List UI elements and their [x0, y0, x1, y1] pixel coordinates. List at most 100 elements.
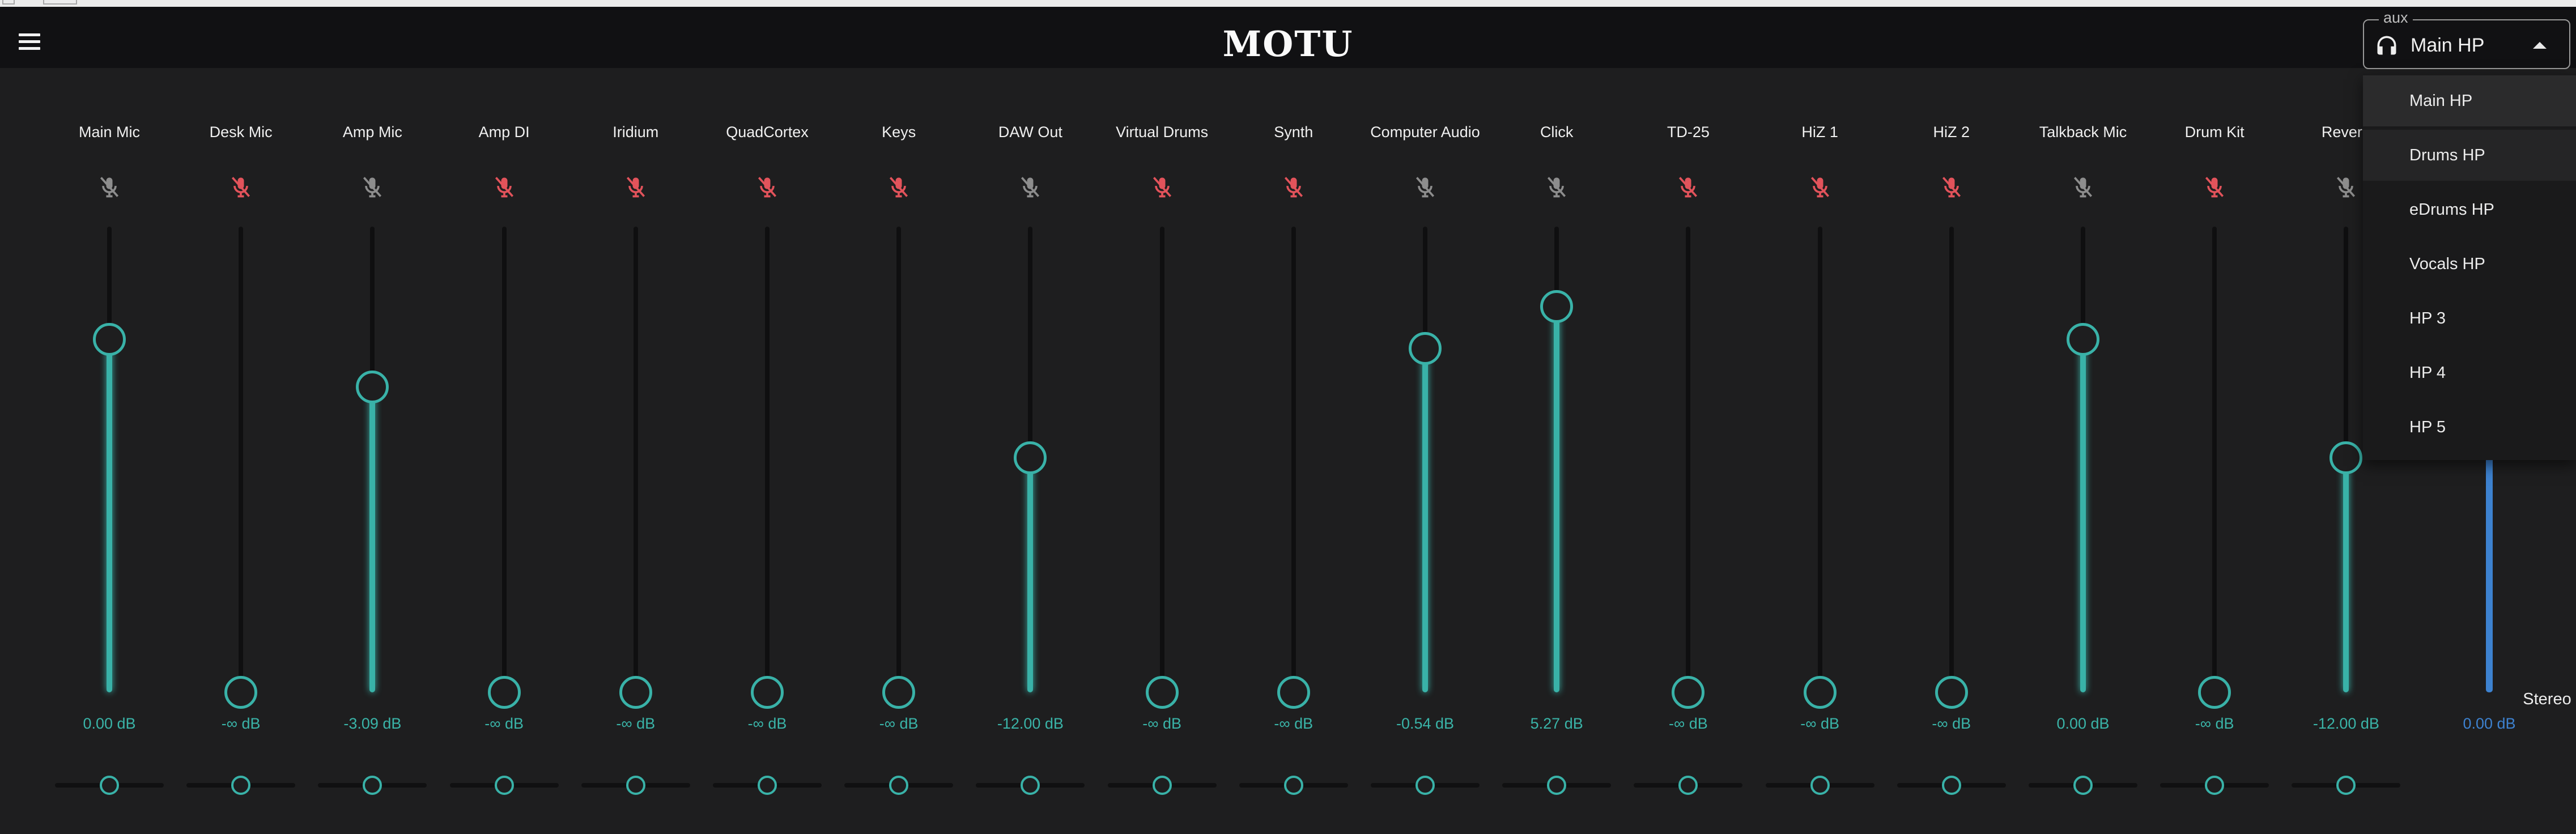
channel-db-readout: 0.00 dB	[2056, 715, 2110, 732]
mute-button[interactable]	[623, 175, 648, 199]
pan-knob[interactable]	[758, 776, 777, 795]
mute-button[interactable]	[2071, 175, 2095, 199]
channel-strip: HiZ 1 -∞ dB	[1754, 68, 1886, 834]
fader-track	[633, 227, 638, 692]
pan-knob[interactable]	[100, 776, 119, 795]
pan-knob[interactable]	[1152, 776, 1172, 795]
mic-off-icon	[890, 177, 908, 198]
fader-knob[interactable]	[224, 676, 258, 709]
channel-db-readout: -∞ dB	[1800, 715, 1839, 732]
mute-button[interactable]	[1018, 175, 1043, 199]
fader-knob[interactable]	[1935, 676, 1968, 709]
mic-off-icon	[2205, 177, 2224, 198]
pan-knob[interactable]	[2205, 776, 2225, 795]
fader-track	[239, 227, 244, 692]
pan-knob[interactable]	[1941, 776, 1961, 795]
fader-knob[interactable]	[1409, 331, 1442, 365]
fader-level-fill	[369, 386, 376, 692]
channel-strip: Desk Mic -∞ dB	[175, 68, 307, 834]
mute-button[interactable]	[1808, 175, 1833, 199]
mute-button[interactable]	[1413, 175, 1438, 199]
mute-button[interactable]	[1676, 175, 1701, 199]
fader-knob[interactable]	[1540, 290, 1574, 324]
mic-off-icon	[758, 177, 777, 198]
pan-knob[interactable]	[1678, 776, 1698, 795]
pan-knob[interactable]	[1021, 776, 1040, 795]
mic-off-icon	[1810, 177, 1829, 198]
mic-off-icon	[1679, 177, 1698, 198]
channel-db-readout: -∞ dB	[221, 715, 261, 732]
channel-db-readout: -∞ dB	[484, 715, 524, 732]
fader-level-fill	[1027, 457, 1034, 692]
fader-knob[interactable]	[882, 676, 916, 709]
pan-knob[interactable]	[2336, 776, 2356, 795]
channel-db-readout: -12.00 dB	[997, 715, 1064, 732]
browser-tab[interactable]	[43, 0, 77, 5]
mute-button[interactable]	[228, 175, 253, 199]
aux-dropdown-menu: Main HP Drums HP eDrums HP Vocals HP HP 3 HP …	[2363, 74, 2576, 460]
pan-knob[interactable]	[2073, 776, 2093, 795]
mute-button[interactable]	[886, 175, 911, 199]
fader-knob[interactable]	[1803, 676, 1837, 709]
aux-option[interactable]: Drums HP	[2363, 130, 2576, 181]
channel-db-readout: 5.27 dB	[1530, 715, 1583, 732]
fader-knob[interactable]	[751, 676, 784, 709]
channel-name: DAW Out	[998, 124, 1062, 141]
channel-name: Virtual Drums	[1116, 124, 1209, 141]
aux-select[interactable]: aux Main HP	[2363, 9, 2570, 69]
pan-knob[interactable]	[363, 776, 382, 795]
channel-strip: TD-25 -∞ dB	[1622, 68, 1754, 834]
fader-knob[interactable]	[93, 322, 126, 356]
mic-off-icon	[1415, 177, 1435, 198]
fader-knob[interactable]	[356, 370, 389, 403]
fader-knob[interactable]	[2067, 322, 2099, 356]
mute-button[interactable]	[1150, 175, 1175, 199]
mute-button[interactable]	[755, 175, 780, 199]
mute-button[interactable]	[1281, 175, 1306, 199]
aux-option[interactable]: Vocals HP	[2363, 239, 2576, 290]
pan-knob[interactable]	[626, 776, 645, 795]
channel-db-readout: -∞ dB	[1142, 715, 1181, 732]
mute-button[interactable]	[492, 175, 517, 199]
fader-knob[interactable]	[2198, 676, 2231, 709]
fader-knob[interactable]	[1014, 441, 1047, 474]
fader-knob[interactable]	[619, 676, 652, 709]
channel-strip: Talkback Mic 0.00 dB	[2017, 68, 2149, 834]
mute-button[interactable]	[97, 175, 122, 199]
channel-db-readout: 0.00 dB	[83, 715, 136, 732]
aux-option[interactable]: HP 4	[2363, 347, 2576, 398]
mic-off-icon	[1021, 177, 1040, 198]
aux-option[interactable]: HP 3	[2363, 293, 2576, 344]
browser-tab[interactable]	[2, 0, 15, 5]
aux-option[interactable]: Main HP	[2363, 75, 2576, 126]
mute-button[interactable]	[1939, 175, 1964, 199]
pan-knob[interactable]	[889, 776, 909, 795]
fader-knob[interactable]	[1277, 676, 1310, 709]
pan-knob[interactable]	[494, 776, 514, 795]
channel-db-readout: -3.09 dB	[343, 715, 402, 732]
fader-knob[interactable]	[2330, 441, 2363, 474]
channel-db-readout: -∞ dB	[616, 715, 656, 732]
pan-knob[interactable]	[1415, 776, 1435, 795]
mute-button[interactable]	[2333, 175, 2358, 199]
fader-level-fill	[1554, 307, 1560, 692]
fader-track	[1159, 227, 1164, 692]
channel-db-readout: -∞ dB	[1932, 715, 1971, 732]
aux-option[interactable]: eDrums HP	[2363, 184, 2576, 235]
pan-knob[interactable]	[231, 776, 251, 795]
aux-option[interactable]: HP 5	[2363, 402, 2576, 453]
fader-knob[interactable]	[487, 676, 521, 709]
pan-knob[interactable]	[1547, 776, 1567, 795]
channel-name: Amp DI	[478, 124, 530, 141]
pan-knob[interactable]	[1283, 776, 1303, 795]
channel-db-readout: -∞ dB	[1274, 715, 1313, 732]
fader-knob[interactable]	[1672, 676, 1705, 709]
channel-strip: Keys -∞ dB	[833, 68, 964, 834]
channel-name: Desk Mic	[209, 124, 273, 141]
mute-button[interactable]	[2202, 175, 2227, 199]
mute-button[interactable]	[1544, 175, 1569, 199]
mute-button[interactable]	[360, 175, 385, 199]
fader-knob[interactable]	[1145, 676, 1179, 709]
pan-knob[interactable]	[1810, 776, 1830, 795]
channel-strip: Drum Kit -∞ dB	[2149, 68, 2280, 834]
